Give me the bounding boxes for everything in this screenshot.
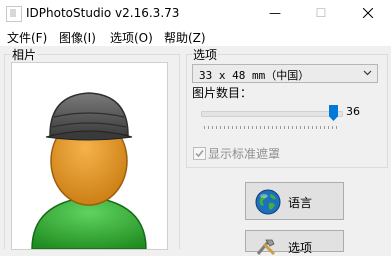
menu-file[interactable]: 文件(F) — [7, 29, 47, 46]
options-button[interactable]: 选项 — [245, 230, 344, 256]
chevron-down-icon — [363, 70, 372, 76]
options-group-label: 选项 — [192, 46, 219, 63]
photo-group-label: 相片 — [11, 46, 38, 63]
count-label: 图片数目： — [192, 86, 253, 100]
menu-image[interactable]: 图像(I) — [59, 29, 96, 46]
avatar-placeholder-icon — [31, 92, 147, 250]
window-title: IDPhotoStudio v2.16.3.73 — [26, 6, 180, 20]
language-button[interactable]: 语言 — [245, 182, 344, 220]
count-slider[interactable] — [201, 111, 343, 117]
title-bar: IDPhotoStudio v2.16.3.73 — ☐ — [0, 0, 391, 27]
globe-icon — [255, 189, 281, 215]
close-button[interactable] — [345, 0, 391, 27]
menu-options[interactable]: 选项(O) — [110, 29, 153, 46]
show-standard-checkbox[interactable] — [193, 147, 206, 160]
menu-bar: 文件(F) 图像(I) 选项(O) 帮助(Z) — [0, 27, 391, 46]
photo-size-select[interactable]: 33 x 48 mm（中国） — [192, 64, 378, 83]
menu-help[interactable]: 帮助(Z) — [164, 29, 206, 46]
photo-preview[interactable] — [11, 62, 168, 250]
language-button-label: 语言 — [288, 196, 313, 210]
count-value: 36 — [346, 105, 360, 118]
minimize-button[interactable]: — — [252, 0, 298, 27]
close-icon — [362, 7, 374, 19]
photo-size-value: 33 x 48 mm（中国） — [199, 69, 310, 82]
slider-ticks — [204, 126, 338, 129]
show-standard-label: 显示标准遮罩 — [208, 147, 281, 161]
app-icon — [6, 6, 22, 22]
maximize-button[interactable]: ☐ — [298, 0, 344, 27]
checkmark-icon — [195, 150, 204, 158]
tools-icon — [256, 239, 276, 256]
